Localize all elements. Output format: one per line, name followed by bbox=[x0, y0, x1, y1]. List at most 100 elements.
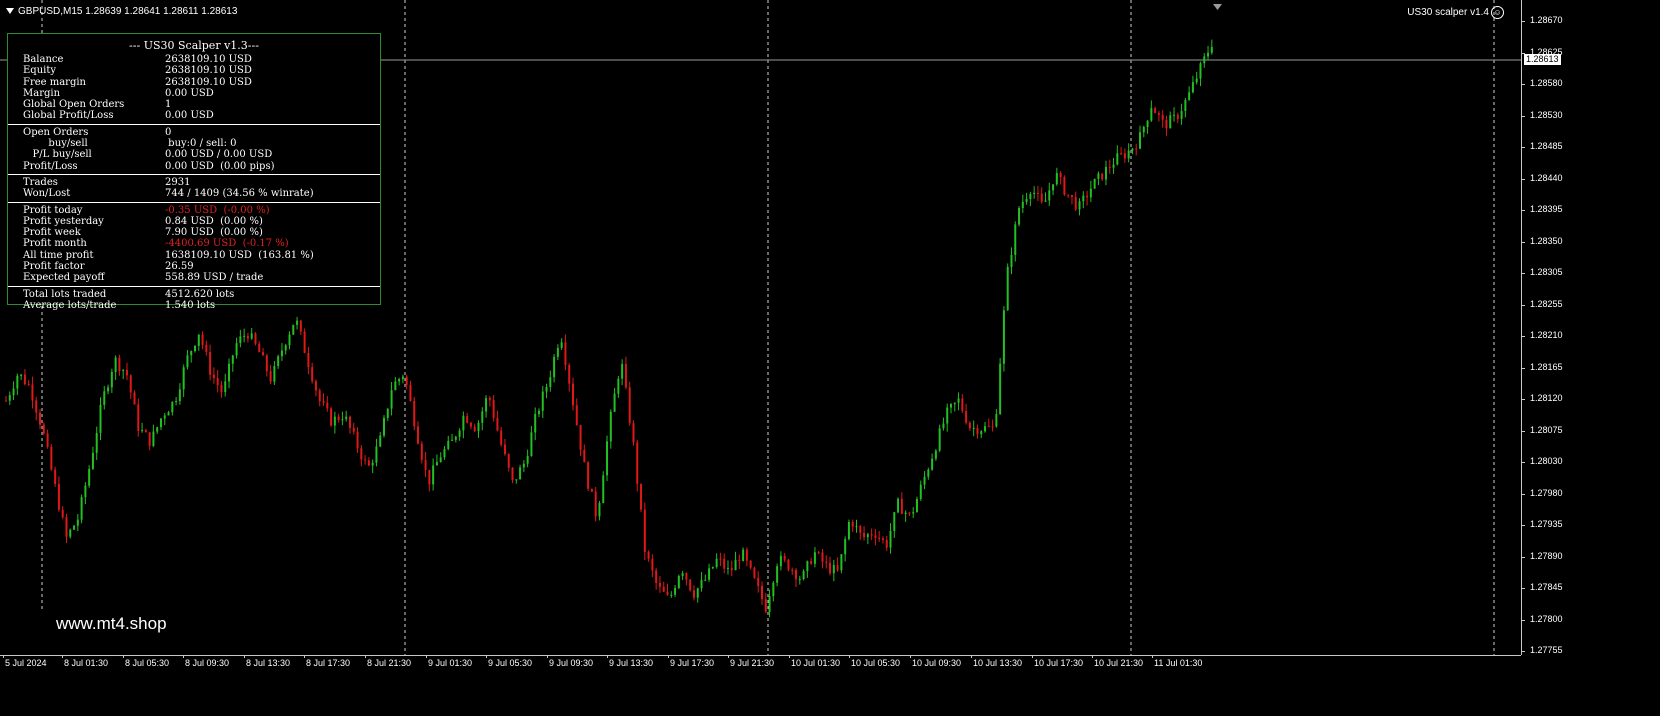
candle-body bbox=[1086, 195, 1089, 198]
candle-body bbox=[613, 393, 616, 412]
price-tick-label: 1.28210 bbox=[1530, 330, 1563, 340]
candle-body bbox=[303, 331, 306, 353]
price-tick-label: 1.28625 bbox=[1530, 46, 1563, 57]
candle-body bbox=[606, 441, 609, 476]
candle-body bbox=[277, 356, 280, 367]
candle-body bbox=[20, 374, 23, 376]
candle-body bbox=[42, 424, 45, 434]
candle-body bbox=[968, 422, 971, 429]
candle-body bbox=[496, 417, 499, 431]
candle-body bbox=[1063, 177, 1066, 195]
price-tick-label: 1.28440 bbox=[1530, 172, 1563, 183]
time-tick-label: 9 Jul 09:30 bbox=[549, 658, 594, 668]
candle-body bbox=[243, 335, 246, 337]
candle-body bbox=[587, 462, 590, 489]
candle-body bbox=[35, 400, 38, 413]
time-tick-mark bbox=[486, 655, 487, 658]
candle-body bbox=[632, 423, 635, 443]
time-tick-mark bbox=[304, 655, 305, 658]
candle-body bbox=[420, 443, 423, 460]
panel-row: Expected payoff 558.89 USD / trade bbox=[8, 272, 380, 283]
candle-body bbox=[212, 374, 215, 379]
candle-body bbox=[307, 352, 310, 368]
candle-body bbox=[984, 426, 987, 432]
candle-body bbox=[972, 427, 975, 429]
time-tick-mark bbox=[244, 655, 245, 658]
candle-body bbox=[398, 378, 401, 382]
time-tick-label: 9 Jul 21:30 bbox=[730, 658, 775, 668]
price-tick-label: 1.28305 bbox=[1530, 267, 1563, 277]
candle-body bbox=[1059, 173, 1062, 178]
price-tick-label: 1.27755 bbox=[1530, 645, 1563, 655]
candle-body bbox=[432, 465, 435, 485]
candle-body bbox=[1033, 192, 1036, 195]
candle-body bbox=[885, 539, 888, 548]
candle-body bbox=[556, 347, 559, 357]
candle-body bbox=[825, 561, 828, 563]
time-tick-label: 9 Jul 17:30 bbox=[670, 658, 715, 668]
candle-body bbox=[859, 526, 862, 533]
candle-body bbox=[95, 432, 98, 453]
panel-row: All time profit 1638109.10 USD (163.81 %) bbox=[8, 250, 380, 261]
candle-body bbox=[118, 357, 121, 371]
candle-body bbox=[1006, 266, 1009, 311]
candle-body bbox=[704, 579, 707, 581]
candle-body bbox=[1184, 99, 1187, 111]
candle-body bbox=[205, 344, 208, 353]
candle-body bbox=[980, 431, 983, 435]
candle-body bbox=[628, 387, 631, 424]
panel-row-value: 1 bbox=[165, 99, 172, 111]
panel-row: buy/sell buy:0 / sell: 0 bbox=[8, 138, 380, 149]
candle-body bbox=[670, 594, 673, 596]
price-tick-label: 1.27935 bbox=[1530, 519, 1563, 529]
candle-body bbox=[80, 497, 83, 520]
candle-body bbox=[322, 401, 325, 403]
candle-body bbox=[658, 582, 661, 587]
smiley-face-icon[interactable]: ☺ bbox=[1491, 6, 1504, 19]
candle-body bbox=[583, 449, 586, 463]
panel-row-label: buy/sell bbox=[23, 138, 88, 150]
dropdown-triangle-icon[interactable] bbox=[6, 8, 14, 15]
candle-body bbox=[23, 374, 26, 385]
ea-label[interactable]: US30 scalper v1.4 ☺ bbox=[1407, 6, 1504, 19]
panel-row: Profit month -4400.69 USD (-0.17 %) bbox=[8, 238, 380, 249]
candle-body bbox=[125, 369, 128, 376]
price-tick-label: 1.28670 bbox=[1530, 15, 1563, 25]
price-tick-label: 1.28165 bbox=[1530, 361, 1563, 372]
panel-row-label: Open Orders bbox=[23, 126, 89, 138]
chart-area[interactable]: GBPUSD,M15 1.28639 1.28641 1.28611 1.286… bbox=[0, 0, 1660, 716]
candle-body bbox=[908, 512, 911, 514]
price-tick-mark bbox=[1521, 588, 1525, 589]
time-tick-label: 9 Jul 05:30 bbox=[488, 658, 533, 668]
candle-body bbox=[288, 334, 291, 346]
candle-body bbox=[764, 599, 767, 612]
candle-body bbox=[564, 342, 567, 366]
panel-row-label: Won/Lost bbox=[23, 188, 71, 200]
candle-body bbox=[451, 439, 454, 441]
candle-body bbox=[1169, 115, 1172, 129]
panel-title: --- US30 Scalper v1.3--- bbox=[129, 39, 259, 52]
price-tick-label: 1.28120 bbox=[1530, 393, 1563, 403]
candle-body bbox=[27, 384, 30, 386]
candle-body bbox=[148, 432, 151, 446]
candle-body bbox=[1070, 195, 1073, 198]
candle-body bbox=[934, 450, 937, 459]
candle-body bbox=[647, 552, 650, 559]
candle-body bbox=[383, 417, 385, 436]
candle-body bbox=[522, 463, 525, 468]
candle-body bbox=[745, 549, 748, 561]
candle-body bbox=[919, 484, 922, 499]
candle-body bbox=[1210, 46, 1213, 53]
panel-row-value: 2638109.10 USD bbox=[165, 76, 252, 88]
candle-body bbox=[348, 416, 351, 428]
time-tick-label: 8 Jul 05:30 bbox=[125, 658, 170, 668]
candle-body bbox=[500, 430, 503, 445]
candle-body bbox=[609, 411, 612, 442]
price-tick-label: 1.28485 bbox=[1530, 141, 1563, 151]
panel-row-value: 2638109.10 USD bbox=[165, 54, 252, 65]
panel-row-label: Profit factor bbox=[23, 261, 85, 273]
panel-row-value: 4512.620 lots bbox=[165, 288, 235, 300]
candle-body bbox=[931, 458, 934, 470]
panel-row-value: 2638109.10 USD bbox=[165, 65, 252, 77]
time-tick-label: 9 Jul 13:30 bbox=[609, 658, 654, 668]
